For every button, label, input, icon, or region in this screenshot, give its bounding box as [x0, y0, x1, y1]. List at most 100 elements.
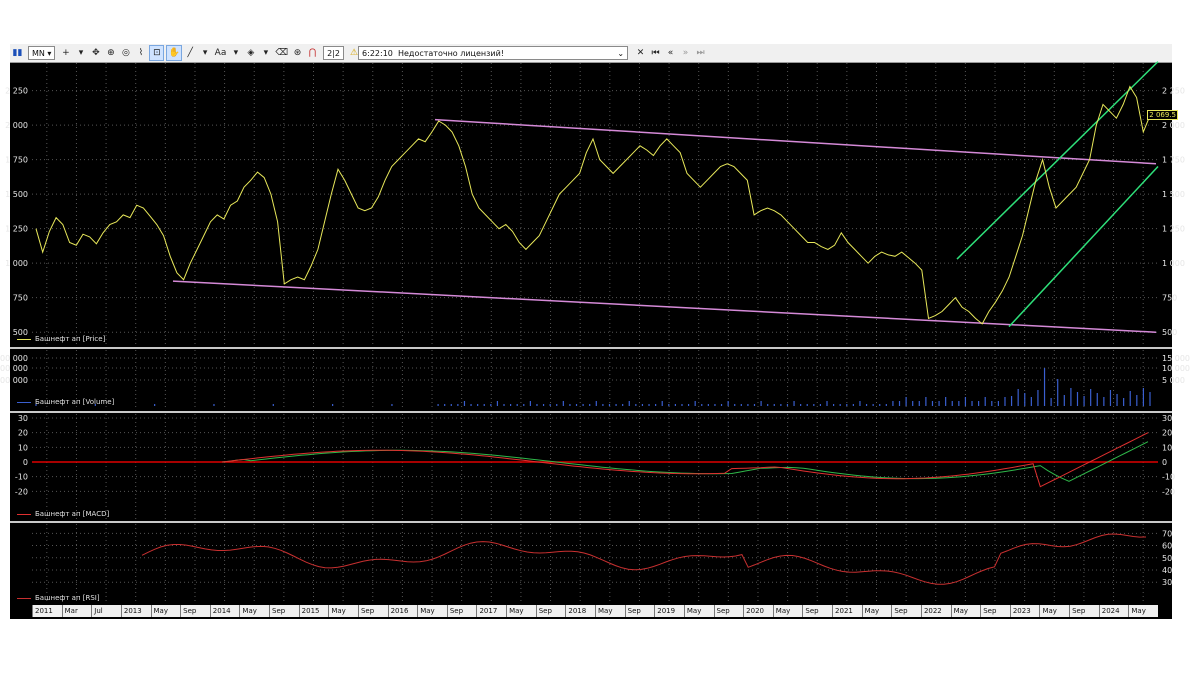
rsi-legend-swatch — [17, 597, 31, 599]
volume-chart-svg: 000 000 15 000 000 000 10 000 000 000 5 000 — [0, 350, 1190, 410]
ruler-icon[interactable]: ⌇ — [134, 46, 147, 60]
y-tick-label-right: 750 — [1162, 294, 1177, 303]
warning-icon: ⚠ — [349, 48, 359, 58]
y-tick-label-left: -20 — [15, 487, 28, 496]
date-tick-label: Sep — [802, 605, 819, 617]
macd-legend-label: Башнефт ап [MACD] — [35, 510, 110, 518]
y-tick-label-right: 50 — [1162, 554, 1172, 563]
next-page-icon[interactable]: » — [679, 46, 692, 60]
page-counter-value: 2|2 — [327, 48, 340, 58]
chart-window: ▮▮ MN ▾ + ▾ ✥ ⊕ ◎ ⌇ ⊡ ✋ ╱ ▾ Aa ▾ ◈ ▾ ⌫ ⊛… — [0, 44, 1190, 619]
date-tick-label: Sep — [980, 605, 996, 617]
date-tick-label: Jul — [91, 605, 103, 617]
y-tick-label-right: 30 — [1162, 578, 1172, 587]
rsi-legend: Башнефт ап [RSI] — [17, 594, 100, 602]
y-tick-label-left: 000 000 — [0, 364, 28, 373]
panel-divider[interactable] — [10, 521, 1172, 523]
first-page-icon[interactable]: ⏮ — [649, 46, 662, 60]
macd-legend-swatch — [17, 513, 31, 515]
crosshair-icon[interactable]: + — [59, 46, 72, 60]
circle-icon[interactable]: ◎ — [119, 46, 132, 60]
y-tick-label-right: 1 750 — [1162, 156, 1185, 165]
chevron-down-icon[interactable]: ▾ — [259, 46, 272, 60]
y-tick-label-left: 2 000 — [5, 121, 28, 130]
date-tick-label: 2011 — [32, 605, 53, 617]
rsi-panel[interactable]: 70 60 50 40 30 Башнефт ап [RSI] — [17, 524, 1172, 604]
price-panel[interactable]: 2 250 2 250 2 000 2 000 1 750 1 750 1 500 1 500… — [5, 61, 1185, 346]
date-tick-label: 2021 — [832, 605, 853, 617]
price-legend-label: Башнефт ап [Price] — [35, 335, 106, 343]
close-icon[interactable]: ✕ — [634, 46, 647, 60]
date-tick-label: Sep — [180, 605, 196, 617]
panel-divider[interactable] — [10, 347, 1172, 349]
y-tick-label-right: -10 — [1162, 473, 1175, 482]
palette-icon[interactable]: ⊛ — [291, 46, 304, 60]
last-page-icon[interactable]: ⏭ — [694, 46, 707, 60]
eraser-icon[interactable]: ⌫ — [274, 46, 289, 60]
y-tick-label-right: 70 — [1162, 529, 1172, 538]
y-tick-label-left: 1 500 — [5, 190, 28, 199]
y-tick-label-left: 000 000 — [0, 354, 28, 363]
fill-icon[interactable]: ◈ — [244, 46, 257, 60]
date-tick-label: May — [683, 605, 701, 617]
date-tick-label: 2024 — [1098, 605, 1120, 617]
date-tick-label: Sep — [357, 605, 374, 617]
y-tick-label-left: 30 — [18, 414, 28, 423]
target-icon[interactable]: ⊕ — [104, 46, 117, 60]
date-tick-label: Sep — [1069, 605, 1085, 617]
date-tick-label: 2018 — [565, 605, 586, 617]
y-tick-label-left: 750 — [13, 294, 28, 303]
y-tick-label-right: 2 250 — [1162, 87, 1185, 96]
status-time: 6:22:10 — [362, 48, 393, 58]
date-tick-label: May — [1039, 605, 1057, 617]
support-trendline — [172, 280, 1157, 333]
y-tick-label-right: 1 250 — [1162, 225, 1185, 234]
date-tick-label: 2023 — [1009, 605, 1031, 617]
y-tick-label-right: -20 — [1162, 487, 1175, 496]
text-tool-icon[interactable]: Aa — [214, 46, 228, 60]
hand-icon[interactable]: ✋ — [166, 45, 182, 61]
y-tick-label-right: 5 000 — [1162, 376, 1185, 385]
magnet-icon[interactable]: ⋂ — [306, 46, 319, 60]
date-axis[interactable]: 2011 Mar Jul 2013 May Sep 2014 May Sep 2015 May Sep… — [32, 605, 1158, 617]
volume-legend-label: Башнефт ап [Volume] — [35, 398, 115, 406]
date-tick-label: May — [1128, 605, 1146, 617]
chevron-down-icon[interactable]: ▾ — [229, 46, 242, 60]
price-line — [35, 85, 1151, 325]
line-draw-icon[interactable]: ╱ — [184, 46, 197, 60]
y-tick-label-right: 1 000 — [1162, 259, 1185, 268]
date-tick-label: May — [861, 605, 879, 617]
timeframe-select[interactable]: MN ▾ — [28, 46, 56, 60]
y-tick-label-left: 10 — [18, 443, 28, 452]
y-tick-label-left: 1 000 — [5, 259, 28, 268]
status-message-box[interactable]: 6:22:10 Недостаточно лицензий! ⌄ — [358, 46, 629, 60]
date-tick-label: May — [417, 605, 435, 617]
chevron-down-icon[interactable]: ▾ — [74, 46, 87, 60]
y-tick-label-right: 500 — [1162, 328, 1177, 337]
date-tick-label: May — [950, 605, 968, 617]
macd-panel[interactable]: 30 30 20 20 10 10 0 0 -10 -10 -20 -20 Башнефт ап [M… — [15, 414, 1175, 520]
rsi-chart-svg: 70 60 50 40 30 — [32, 524, 1172, 604]
move-icon[interactable]: ✥ — [89, 46, 102, 60]
date-tick-label: 2014 — [209, 605, 231, 617]
macd-chart-svg: 30 30 20 20 10 10 0 0 -10 -10 -20 -20 — [15, 414, 1175, 520]
date-tick-label: 2017 — [476, 605, 497, 617]
chart-type-icon[interactable]: ▮▮ — [11, 46, 24, 60]
date-tick-label: May — [506, 605, 524, 617]
y-tick-label-right: 60 — [1162, 542, 1172, 551]
date-tick-label: 2013 — [120, 605, 142, 617]
price-legend-swatch — [17, 338, 31, 340]
volume-panel[interactable]: 000 000 15 000 000 000 10 000 000 000 5 000 Б… — [0, 350, 1190, 410]
chevron-down-icon[interactable]: ▾ — [199, 46, 212, 60]
date-tick-label: May — [595, 605, 612, 617]
date-tick-label: 2019 — [654, 605, 675, 617]
select-icon[interactable]: ⊡ — [149, 45, 165, 61]
y-tick-label-right: 20 — [1162, 429, 1172, 438]
panel-divider[interactable] — [10, 411, 1172, 413]
y-tick-label-right: 40 — [1162, 566, 1172, 575]
page-counter[interactable]: 2|2 — [323, 46, 344, 60]
y-tick-label-right: 0 — [1162, 458, 1167, 467]
prev-page-icon[interactable]: « — [664, 46, 677, 60]
y-tick-label-left: -10 — [15, 473, 28, 482]
date-tick-label: Sep — [535, 605, 552, 617]
